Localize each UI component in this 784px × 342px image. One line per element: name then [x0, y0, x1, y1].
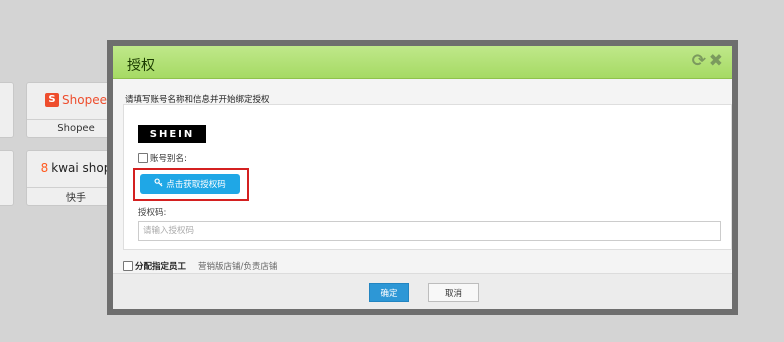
refresh-icon[interactable]: ⟳: [692, 51, 706, 71]
shopee-logo-text: Shopee: [62, 93, 107, 107]
get-auth-code-button[interactable]: 点击获取授权码: [140, 174, 240, 194]
get-auth-code-label: 点击获取授权码: [166, 180, 226, 190]
auth-code-label: 授权码:: [138, 208, 167, 218]
auth-modal: 授权 ⟳ ✖ 请填写账号名称和信息并开始绑定授权 SHEIN 账号别名: 点击获…: [107, 40, 738, 315]
shopee-bag-icon: S: [45, 93, 60, 107]
key-icon: [154, 178, 163, 190]
modal-footer: 确定 取消: [113, 273, 732, 309]
key-icon-svg: [154, 178, 163, 187]
kwai-icon: 8: [40, 161, 49, 175]
close-icon[interactable]: ✖: [709, 51, 723, 71]
ok-button[interactable]: 确定: [369, 283, 409, 302]
platform-card-left-partial-1[interactable]: [0, 82, 14, 138]
shein-logo: SHEIN: [138, 125, 206, 143]
cancel-button[interactable]: 取消: [428, 283, 479, 302]
kwai-logo-text: kwai shop: [51, 161, 112, 175]
modal-header: 授权 ⟳ ✖: [113, 46, 732, 79]
assign-staff-checkbox[interactable]: [123, 261, 133, 271]
auth-code-input[interactable]: [138, 221, 721, 241]
alias-label: 账号别名:: [150, 154, 187, 164]
platform-card-left-partial-2[interactable]: [0, 150, 14, 206]
alias-checkbox[interactable]: [138, 153, 148, 163]
assign-staff-label: 分配指定员工: [135, 262, 187, 272]
auth-form-panel: SHEIN 账号别名: 点击获取授权码 授权码:: [123, 104, 732, 250]
modal-title: 授权: [127, 58, 155, 74]
assign-staff-hint: 营销版店铺/负责店铺: [198, 262, 278, 272]
